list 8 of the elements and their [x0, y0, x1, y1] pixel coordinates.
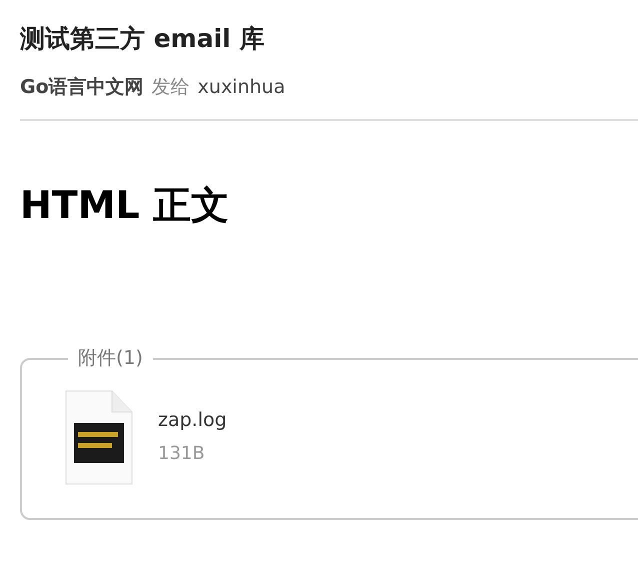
sent-to-label: 发给: [152, 76, 190, 99]
recipient-name: xuxinhua: [198, 76, 286, 99]
email-subject: 测试第三方 email 库: [20, 24, 266, 54]
log-file-icon[interactable]: [64, 390, 134, 486]
body-heading: HTML 正文: [20, 182, 230, 228]
sender-name: Go语言中文网: [20, 76, 144, 99]
file-name: zap.log: [158, 409, 227, 432]
file-size: 131B: [158, 442, 206, 466]
